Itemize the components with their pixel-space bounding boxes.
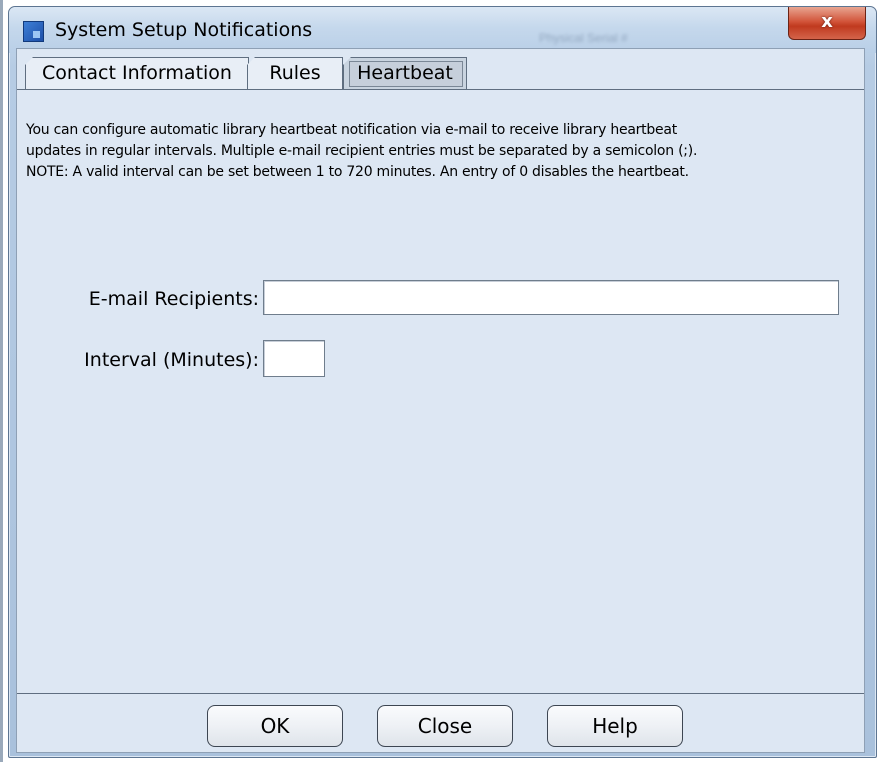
close-x-icon: x xyxy=(821,11,833,32)
heartbeat-description: You can configure automatic library hear… xyxy=(26,120,846,183)
window-title: System Setup Notifications xyxy=(55,19,313,41)
tab-heartbeat[interactable]: Heartbeat xyxy=(343,57,467,89)
app-window-icon xyxy=(23,21,44,42)
description-line: NOTE: A valid interval can be set betwee… xyxy=(26,164,689,180)
email-recipients-label: E-mail Recipients: xyxy=(88,288,259,310)
close-window-button[interactable]: x xyxy=(788,7,866,40)
email-recipients-input[interactable] xyxy=(263,280,839,315)
description-line: You can configure automatic library hear… xyxy=(26,122,677,138)
description-line: updates in regular intervals. Multiple e… xyxy=(26,143,698,159)
background-window-title: Physical Serial # xyxy=(539,31,628,45)
tab-label: Contact Information xyxy=(42,62,232,84)
close-button[interactable]: Close xyxy=(377,705,513,747)
tab-rules[interactable]: Rules xyxy=(247,57,343,89)
background-edge xyxy=(0,0,3,762)
interval-minutes-label: Interval (Minutes): xyxy=(84,349,259,371)
heartbeat-panel: You can configure automatic library hear… xyxy=(17,89,864,694)
dialog-client-area: Contact Information Rules Heartbeat You … xyxy=(16,48,865,753)
title-bar[interactable]: Physical Serial # System Setup Notificat… xyxy=(9,7,876,53)
interval-minutes-input[interactable] xyxy=(263,340,325,377)
tab-label: Rules xyxy=(269,62,321,84)
help-button[interactable]: Help xyxy=(547,705,683,747)
tab-contact-information[interactable]: Contact Information xyxy=(25,57,249,89)
tab-label: Heartbeat xyxy=(357,62,453,84)
ok-button[interactable]: OK xyxy=(207,705,343,747)
